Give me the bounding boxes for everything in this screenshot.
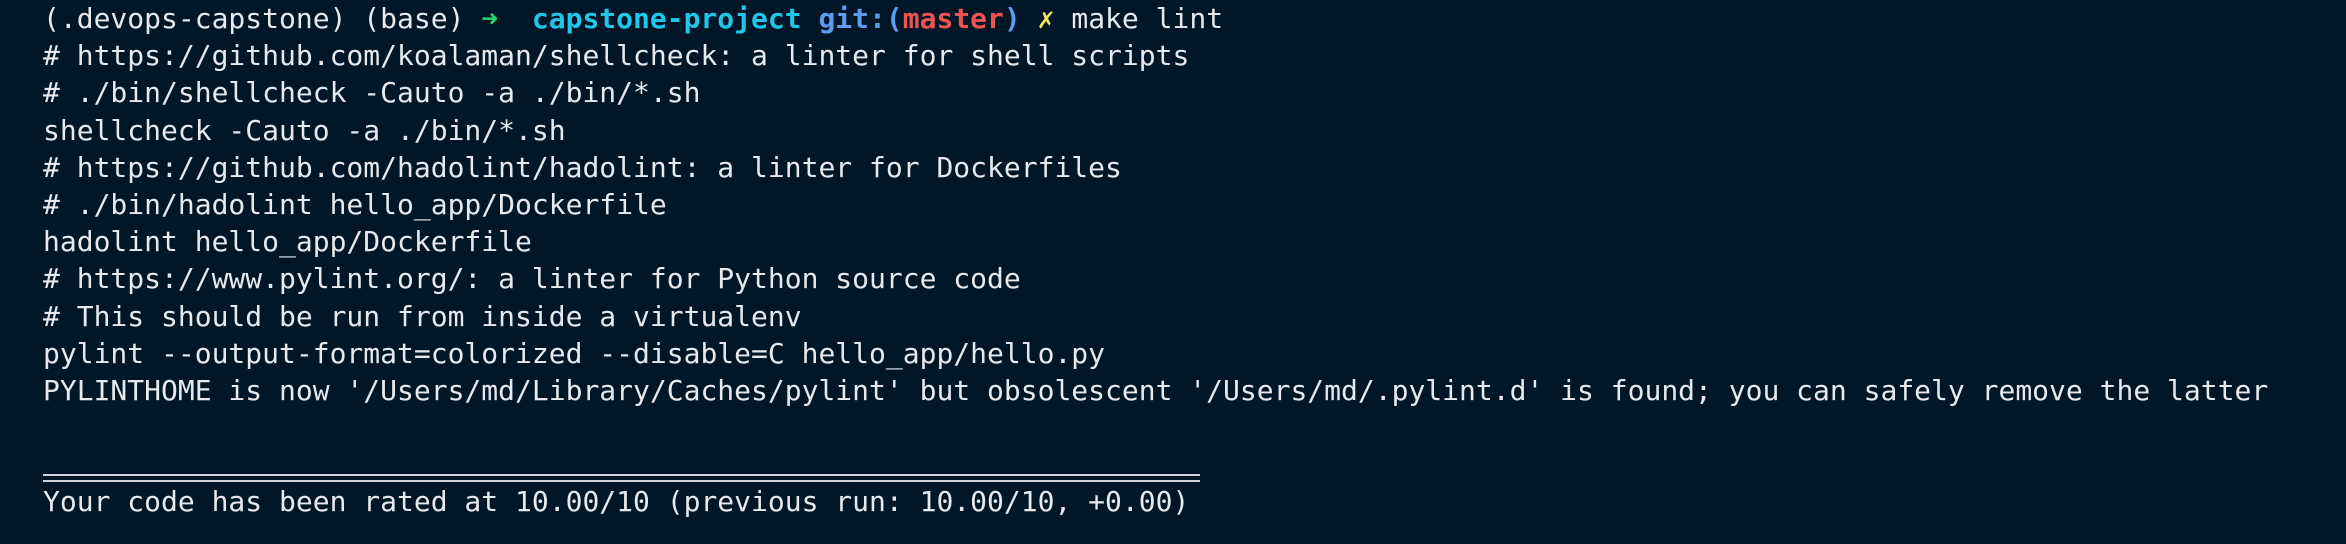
output-line: hadolint hello_app/Dockerfile	[43, 225, 532, 259]
output-line: # This should be run from inside a virtu…	[43, 299, 802, 333]
git-label-close: )	[1003, 2, 1021, 35]
git-label: git:(	[818, 2, 903, 35]
pylint-rating-line: Your code has been rated at 10.00/10 (pr…	[43, 485, 1190, 519]
output-line: # https://github.com/koalaman/shellcheck…	[43, 39, 1190, 73]
output-line: # ./bin/shellcheck -Cauto -a ./bin/*.sh	[43, 76, 701, 110]
output-line: PYLINTHOME is now '/Users/md/Library/Cac…	[43, 373, 2269, 407]
separator-rule-top	[43, 474, 1200, 477]
git-branch: master	[902, 2, 1004, 35]
current-directory: capstone-project	[531, 2, 802, 35]
output-line: # https://www.pylint.org/: a linter for …	[43, 262, 1021, 296]
prompt-arrow-icon: ➜	[481, 2, 499, 35]
output-line: # ./bin/hadolint hello_app/Dockerfile	[43, 187, 667, 221]
separator-rule	[43, 446, 2346, 483]
virtualenv-label: (.devops-capstone) (base)	[43, 2, 465, 35]
output-line: # https://github.com/hadolint/hadolint: …	[43, 150, 1122, 184]
separator-rule-bottom	[43, 480, 1200, 483]
shell-prompt-line: (.devops-capstone) (base) ➜ capstone-pro…	[43, 0, 2346, 37]
git-dirty-icon: ✗	[1037, 2, 1055, 35]
typed-command: make lint	[1071, 2, 1224, 35]
terminal-window[interactable]: (.devops-capstone) (base) ➜ capstone-pro…	[0, 0, 2346, 544]
output-line: pylint --output-format=colorized --disab…	[43, 336, 1106, 370]
output-line: shellcheck -Cauto -a ./bin/*.sh	[43, 113, 566, 147]
